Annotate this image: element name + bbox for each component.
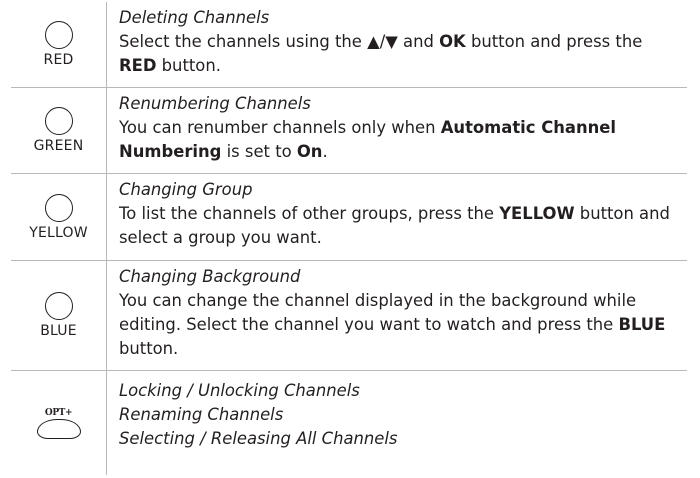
button-label-red: RED	[43, 52, 74, 68]
row-desc-blue: You can change the channel displayed in …	[119, 289, 677, 361]
blue-button-icon	[44, 292, 73, 320]
table-row-green: GREEN Renumbering Channels You can renum…	[11, 88, 687, 174]
button-label-yellow: YELLOW	[29, 224, 88, 241]
desc-text: You can change the channel displayed in …	[119, 291, 637, 334]
text-cell-red: Deleting Channels Select the channels us…	[107, 2, 687, 87]
button-label-blue: BLUE	[40, 323, 77, 339]
opt-button-icon: OPT+	[36, 407, 81, 439]
green-button-icon	[44, 107, 73, 135]
table-row-blue: BLUE Changing Background You can change …	[11, 261, 687, 371]
table-row-red: RED Deleting Channels Select the channel…	[11, 2, 687, 88]
text-cell-opt: Locking / Unlocking Channels Renaming Ch…	[107, 371, 687, 475]
text-cell-green: Renumbering Channels You can renumber ch…	[107, 88, 687, 173]
opt-pill-shape	[36, 418, 81, 439]
desc-text: is set to	[221, 142, 297, 161]
manual-table: RED Deleting Channels Select the channel…	[11, 2, 687, 475]
button-label-green: GREEN	[33, 138, 84, 154]
icon-cell-green: GREEN	[11, 88, 107, 173]
row-desc-yellow: To list the channels of other groups, pr…	[119, 202, 677, 250]
row-title-opt-2: Renaming Channels	[119, 405, 284, 424]
icon-cell-yellow: YELLOW	[11, 174, 107, 260]
text-cell-blue: Changing Background You can change the c…	[107, 261, 687, 370]
desc-text: button and press the	[465, 32, 643, 51]
icon-cell-blue: BLUE	[11, 261, 107, 370]
emphasis-text: On	[296, 142, 323, 161]
row-desc-red: Select the channels using the ▲/▼ and OK…	[119, 30, 677, 78]
desc-text: Select the channels using the	[119, 32, 368, 51]
desc-text: ▲/▼	[367, 32, 398, 51]
row-title-blue: Changing Background	[119, 267, 301, 286]
row-title-green: Renumbering Channels	[119, 94, 311, 113]
icon-cell-opt: OPT+	[11, 371, 107, 475]
table-row-yellow: YELLOW Changing Group To list the channe…	[11, 174, 687, 261]
row-title-yellow: Changing Group	[119, 180, 253, 199]
row-desc-green: You can renumber channels only when Auto…	[119, 116, 677, 164]
desc-text: button.	[119, 339, 179, 358]
emphasis-text: BLUE	[618, 315, 666, 334]
desc-text: .	[322, 142, 328, 161]
desc-text: You can renumber channels only when	[119, 118, 441, 137]
desc-text: To list the channels of other groups, pr…	[119, 204, 500, 223]
text-cell-yellow: Changing Group To list the channels of o…	[107, 174, 687, 260]
desc-text: and	[397, 32, 440, 51]
red-button-icon	[44, 21, 73, 49]
row-title-opt-1: Locking / Unlocking Channels	[119, 381, 360, 400]
emphasis-text: OK	[439, 32, 466, 51]
row-title-opt-3: Selecting / Releasing All Channels	[119, 429, 398, 448]
row-title-red: Deleting Channels	[119, 8, 270, 27]
table-row-opt: OPT+ Locking / Unlocking Channels Renami…	[11, 371, 687, 475]
yellow-button-icon	[44, 193, 73, 222]
desc-text: button.	[156, 56, 221, 75]
opt-button-label: OPT+	[44, 407, 73, 418]
emphasis-text: YELLOW	[499, 204, 575, 223]
icon-cell-red: RED	[11, 2, 107, 87]
emphasis-text: RED	[119, 56, 157, 75]
